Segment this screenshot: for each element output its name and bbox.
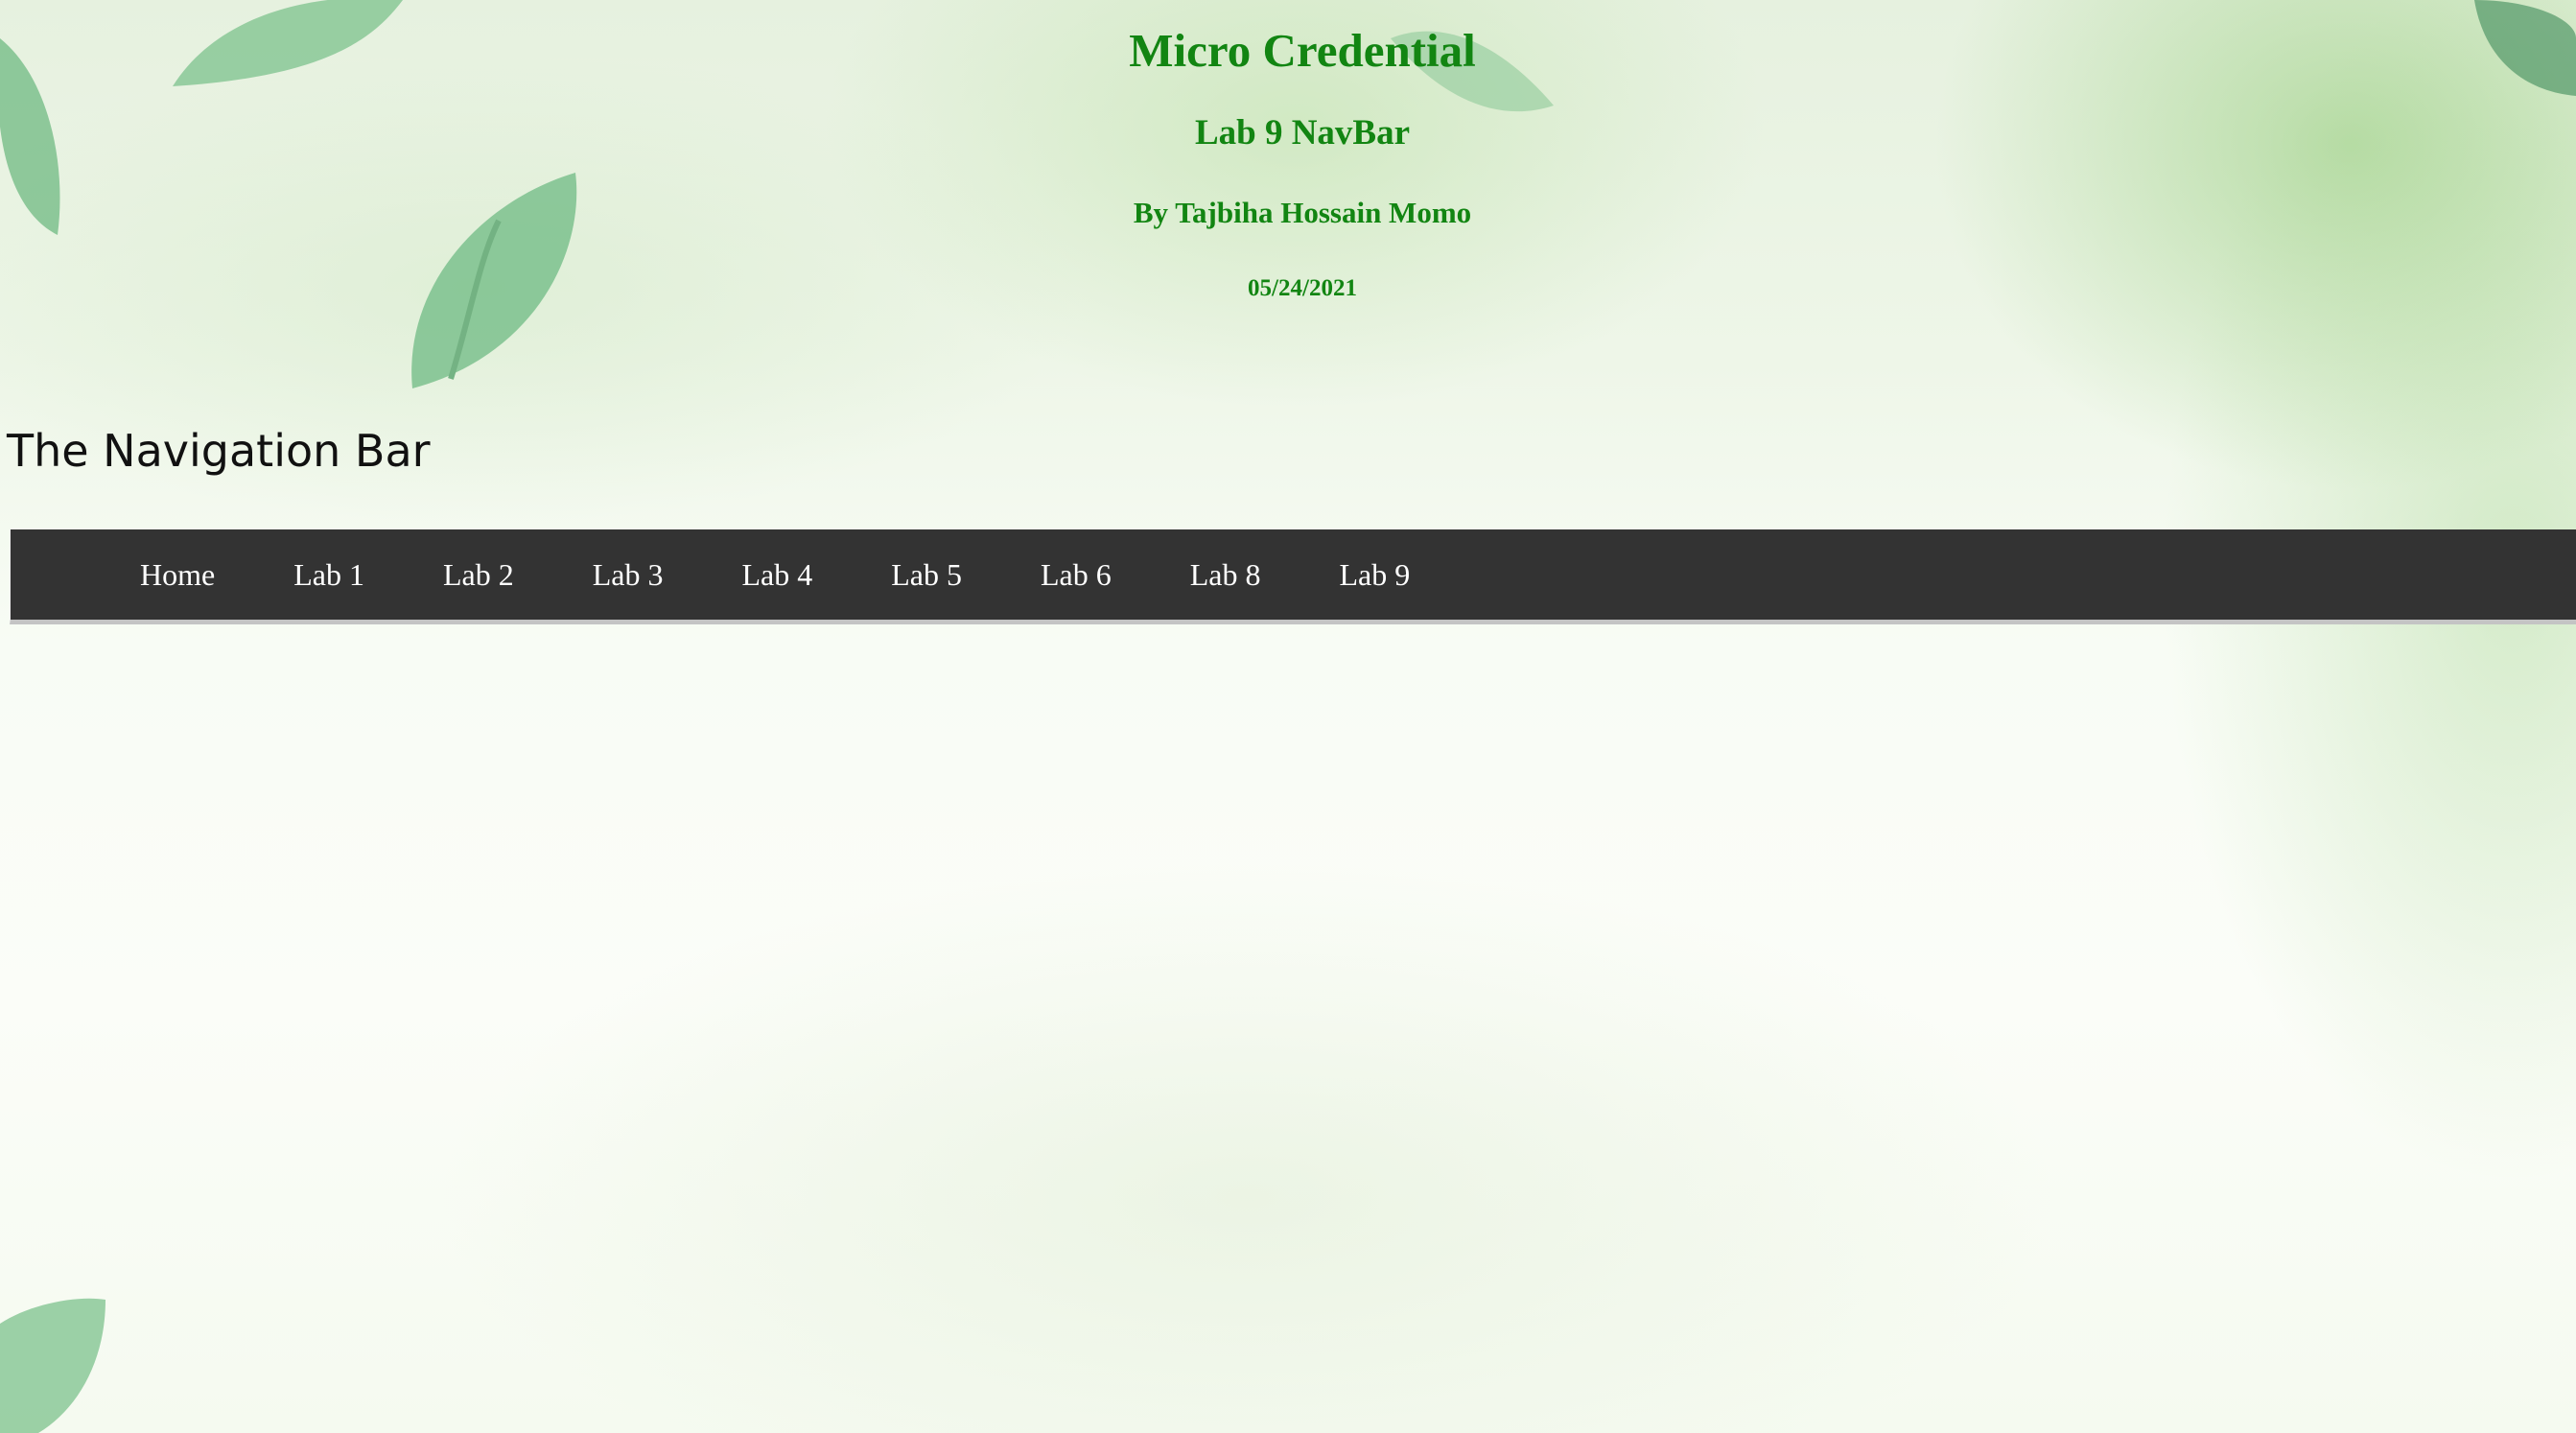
nav-link-lab-2[interactable]: Lab 2	[404, 529, 553, 620]
nav-item-lab-4: Lab 4	[702, 529, 852, 620]
nav-link-lab-9[interactable]: Lab 9	[1300, 529, 1449, 620]
author-line: By Tajbiha Hossain Momo	[1133, 196, 1472, 229]
nav-item-lab-8: Lab 8	[1151, 529, 1300, 620]
nav-link-lab-4[interactable]: Lab 4	[702, 529, 852, 620]
leaf-icon	[0, 1298, 105, 1433]
navigation-bar: Home Lab 1 Lab 2 Lab 3 Lab 4 Lab 5 Lab 6…	[10, 529, 2576, 624]
page-title: Micro Credential	[1129, 24, 1476, 77]
nav-list: Home Lab 1 Lab 2 Lab 3 Lab 4 Lab 5 Lab 6…	[11, 529, 2576, 620]
nav-item-lab-2: Lab 2	[404, 529, 553, 620]
nav-link-lab-6[interactable]: Lab 6	[1001, 529, 1151, 620]
page-subtitle: Lab 9 NavBar	[1194, 113, 1411, 153]
nav-item-lab-5: Lab 5	[852, 529, 1001, 620]
nav-item-lab-3: Lab 3	[553, 529, 703, 620]
nav-link-lab-3[interactable]: Lab 3	[553, 529, 703, 620]
nav-link-lab-5[interactable]: Lab 5	[852, 529, 1001, 620]
nav-item-lab-1: Lab 1	[254, 529, 404, 620]
section-heading: The Navigation Bar	[7, 425, 431, 477]
nav-item-lab-9: Lab 9	[1300, 529, 1449, 620]
nav-link-lab-8[interactable]: Lab 8	[1151, 529, 1300, 620]
nav-item-lab-6: Lab 6	[1001, 529, 1151, 620]
nav-link-home[interactable]: Home	[101, 529, 254, 620]
date-line: 05/24/2021	[1248, 275, 1357, 301]
nav-item-home: Home	[101, 529, 254, 620]
nav-link-lab-1[interactable]: Lab 1	[254, 529, 404, 620]
